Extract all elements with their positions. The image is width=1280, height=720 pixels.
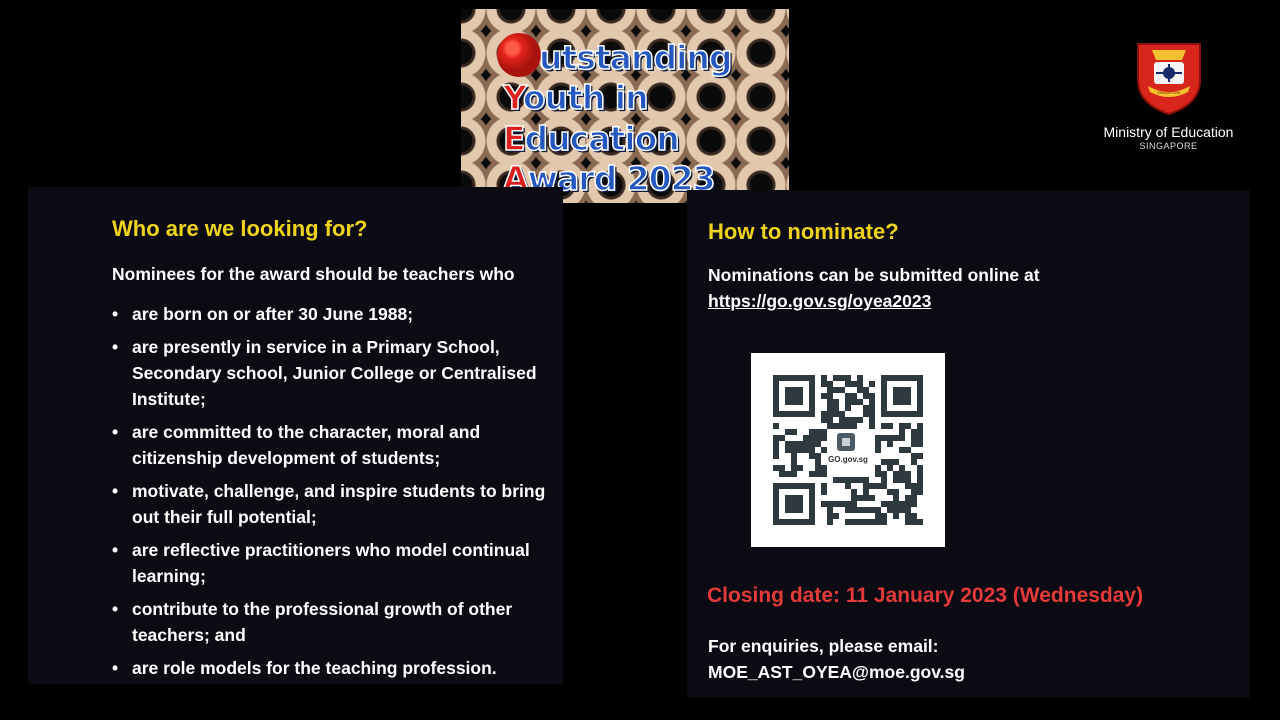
nomination-text: Nominations can be submitted online at xyxy=(708,265,1040,285)
banner-line-2-cap: Y xyxy=(502,78,524,117)
nomination-link[interactable]: https://go.gov.sg/oyea2023 xyxy=(708,291,931,311)
criteria-list: are born on or after 30 June 1988; are p… xyxy=(112,301,552,688)
banner-line-2-rest: outh in xyxy=(522,78,649,117)
ministry-country: SINGAPORE xyxy=(1139,141,1198,151)
moe-logo: SINGAPORE Ministry of Education SINGAPOR… xyxy=(1078,0,1280,190)
criteria-item: are committed to the character, moral an… xyxy=(112,419,552,471)
crest-label: SINGAPORE xyxy=(1157,90,1181,95)
criteria-item: motivate, challenge, and inspire student… xyxy=(112,478,552,530)
qr-code[interactable]: GO.gov.sg xyxy=(751,353,945,547)
criteria-item: are presently in service in a Primary Sc… xyxy=(112,334,552,412)
nomination-instructions: Nominations can be submitted online at h… xyxy=(708,262,1068,314)
moe-crest-icon: SINGAPORE xyxy=(1137,43,1201,116)
eligibility-panel: Who are we looking for? Nominees for the… xyxy=(28,187,563,684)
banner-title-line-2: Youth in xyxy=(502,78,649,117)
qr-code-icon xyxy=(773,375,923,525)
enquiries-label: For enquiries, please email: xyxy=(708,636,939,656)
criteria-item: are role models for the teaching profess… xyxy=(112,655,552,681)
award-banner: utstanding Youth in Education Award 2023… xyxy=(461,9,789,203)
banner-line-1-rest: utstanding xyxy=(538,38,733,77)
banner-title-line-3: Education xyxy=(502,119,681,158)
eligibility-heading: Who are we looking for? xyxy=(112,216,368,241)
banner-title-line-1: utstanding xyxy=(538,38,733,77)
banner-line-3-rest: ducation xyxy=(524,119,681,158)
criteria-item: contribute to the professional growth of… xyxy=(112,596,552,648)
closing-date: Closing date: 11 January 2023 (Wednesday… xyxy=(707,584,1144,607)
enquiries: For enquiries, please email: MOE_AST_OYE… xyxy=(708,633,965,685)
qr-center-label: GO.gov.sg xyxy=(823,455,873,464)
enquiries-email[interactable]: MOE_AST_OYEA@moe.gov.sg xyxy=(708,659,965,685)
banner-line-3-cap: E xyxy=(502,119,526,158)
nomination-panel: How to nominate? Nominations can be subm… xyxy=(687,190,1250,698)
criteria-item: are reflective practitioners who model c… xyxy=(112,537,552,589)
eligibility-intro: Nominees for the award should be teacher… xyxy=(112,264,515,284)
criteria-item: are born on or after 30 June 1988; xyxy=(112,301,552,327)
ministry-name: Ministry of Education xyxy=(1103,124,1234,140)
red-ball-graphic xyxy=(497,33,541,77)
nomination-heading: How to nominate? xyxy=(708,219,899,244)
